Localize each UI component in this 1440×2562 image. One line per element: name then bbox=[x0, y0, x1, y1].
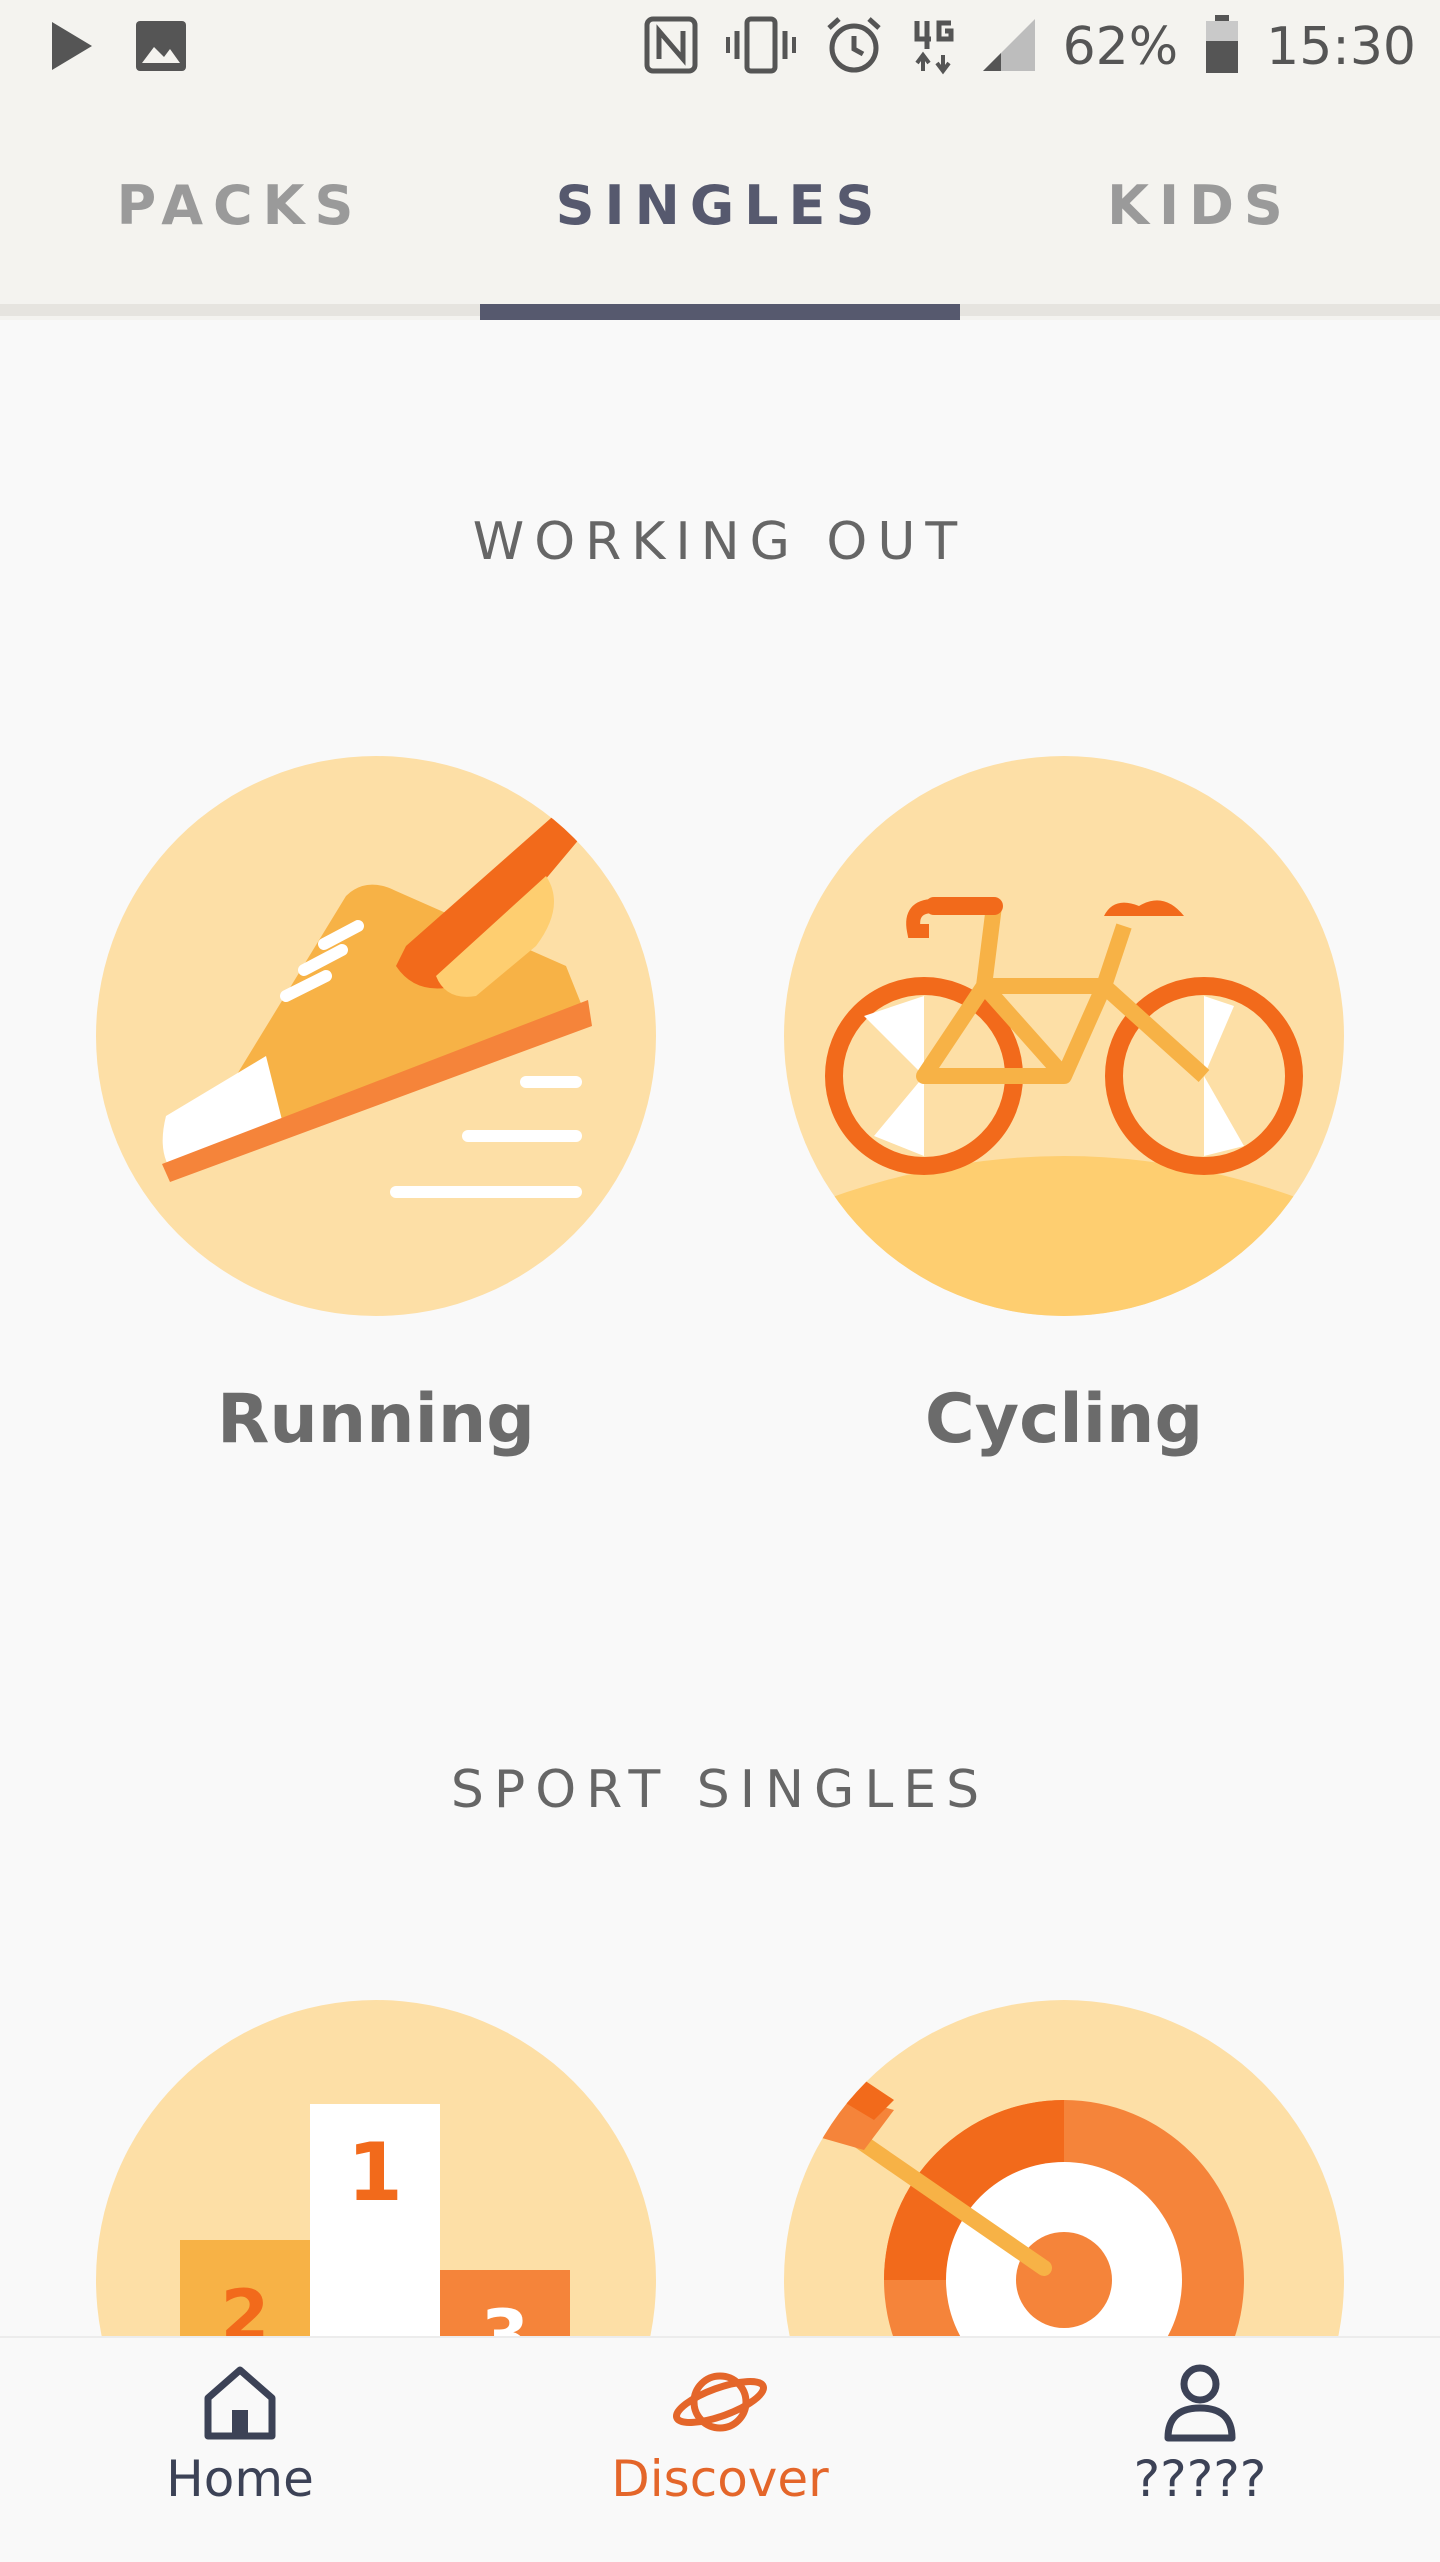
status-bar: 62% 15:30 bbox=[0, 0, 1440, 104]
tab-packs[interactable]: PACKS bbox=[0, 174, 480, 237]
battery-icon bbox=[1204, 15, 1240, 79]
tab-kids[interactable]: KIDS bbox=[960, 174, 1440, 237]
bottom-navigation: Home Discover ????? bbox=[0, 2336, 1440, 2562]
vibrate-icon bbox=[725, 15, 797, 79]
svg-text:1: 1 bbox=[347, 2126, 403, 2219]
nav-home-label: Home bbox=[166, 2450, 314, 2508]
tab-bar: PACKS SINGLES KIDS bbox=[0, 104, 1440, 320]
alarm-icon bbox=[823, 14, 885, 80]
running-label[interactable]: Running bbox=[96, 1380, 656, 1459]
nav-discover[interactable]: Discover bbox=[480, 2362, 960, 2508]
home-icon bbox=[200, 2366, 280, 2446]
nav-profile[interactable]: ????? bbox=[960, 2362, 1440, 2508]
running-tile[interactable] bbox=[96, 756, 656, 1316]
tab-active-indicator bbox=[480, 304, 960, 320]
clock: 15:30 bbox=[1266, 17, 1416, 77]
profile-icon bbox=[1160, 2364, 1240, 2446]
tab-singles[interactable]: SINGLES bbox=[480, 174, 960, 237]
cycling-tile[interactable] bbox=[784, 756, 1344, 1316]
nfc-icon bbox=[643, 15, 699, 79]
play-icon bbox=[48, 18, 96, 78]
network-4g-icon bbox=[911, 15, 955, 79]
cycling-label[interactable]: Cycling bbox=[784, 1380, 1344, 1459]
running-shoe-icon bbox=[162, 796, 592, 1198]
image-icon bbox=[134, 19, 188, 77]
bicycle-icon bbox=[784, 897, 1344, 1316]
signal-icon bbox=[981, 17, 1037, 77]
nav-profile-label: ????? bbox=[1133, 2450, 1267, 2508]
section-title-sport-singles: SPORT SINGLES bbox=[450, 1760, 990, 1820]
nav-home[interactable]: Home bbox=[0, 2362, 480, 2508]
section-title-working-out: WORKING OUT bbox=[472, 512, 968, 572]
battery-percent: 62% bbox=[1062, 17, 1179, 77]
planet-icon bbox=[670, 2372, 770, 2446]
nav-discover-label: Discover bbox=[611, 2450, 829, 2508]
